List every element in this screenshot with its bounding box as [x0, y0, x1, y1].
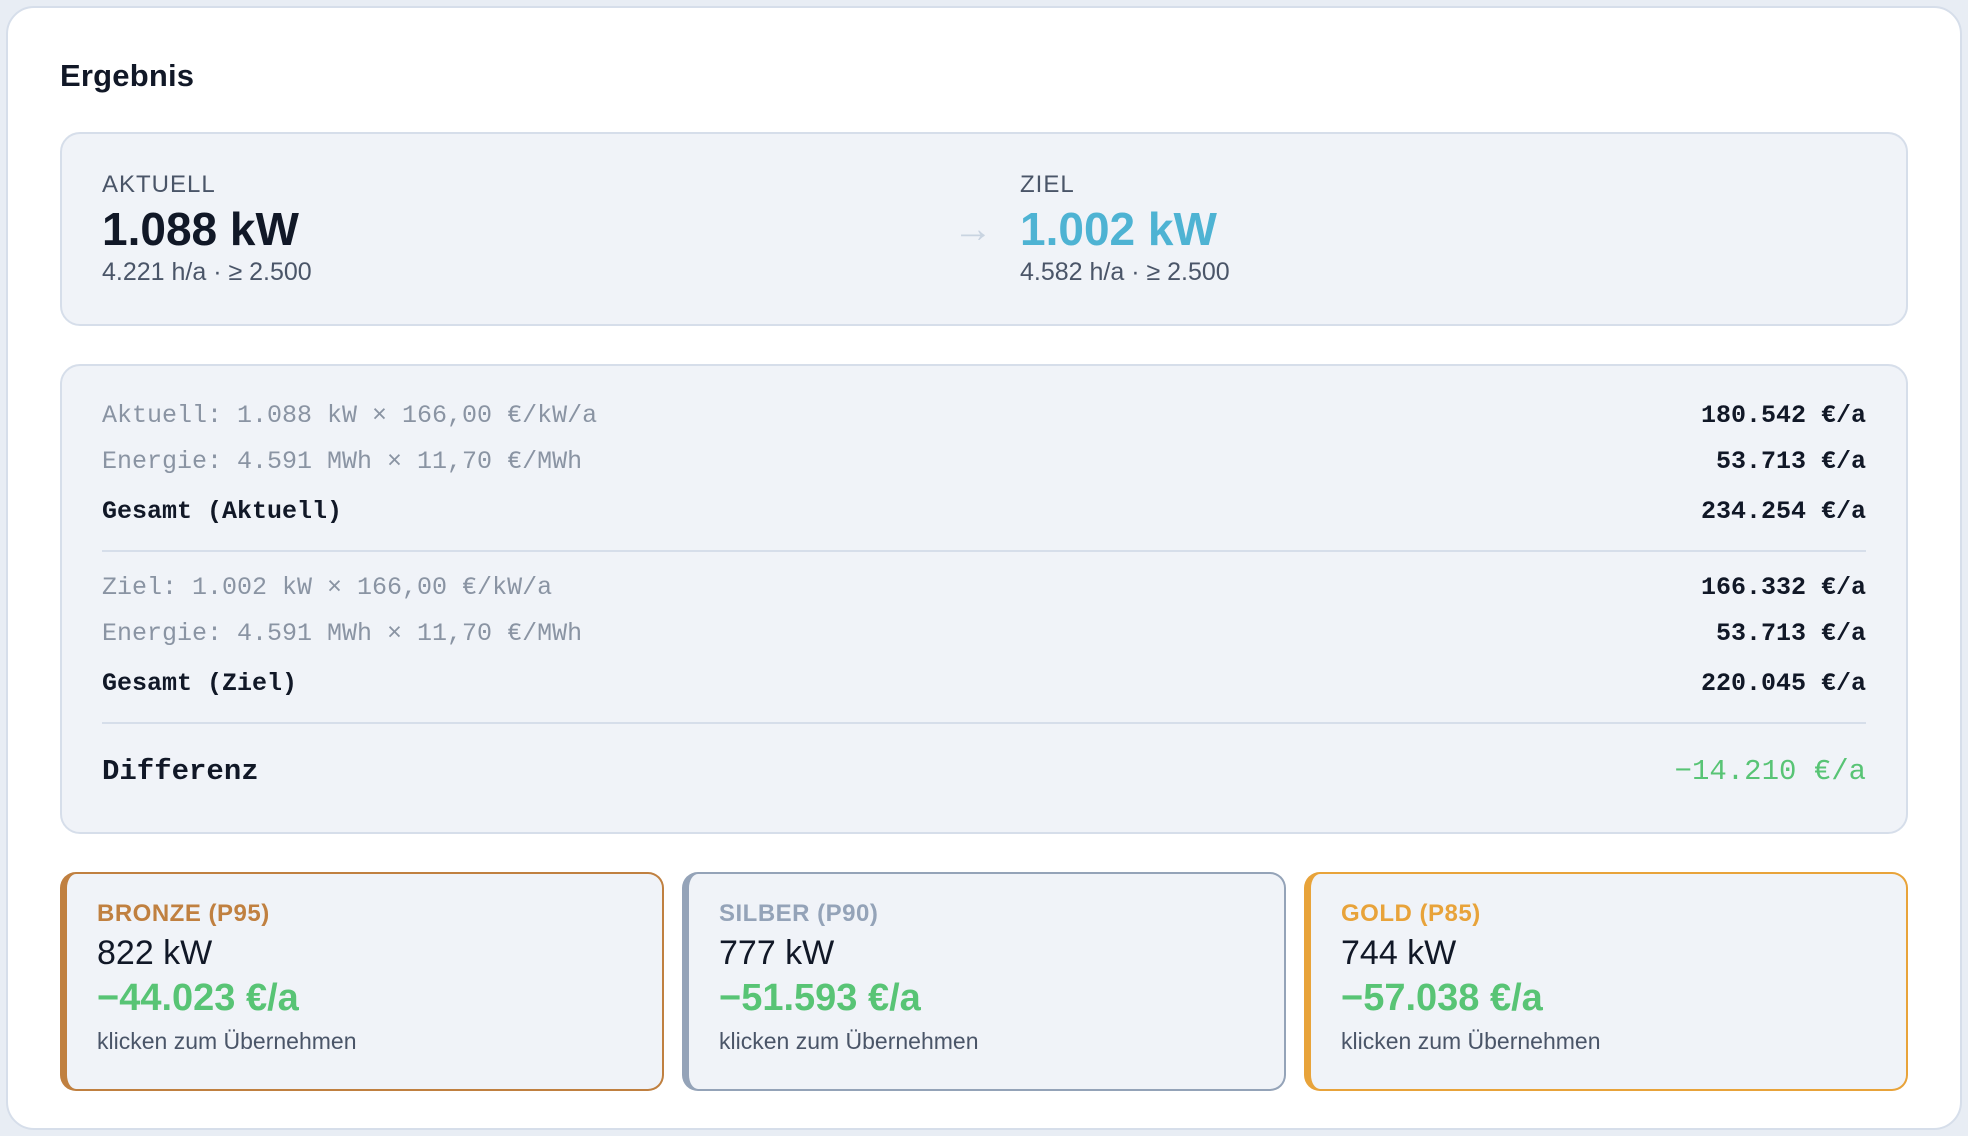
difference-value: −14.210 €/a — [1674, 754, 1866, 788]
current-power-cost: 180.542 €/a — [1700, 400, 1866, 430]
tier-power: 822 kW — [97, 934, 213, 972]
current-label: AKTUELL — [102, 171, 216, 199]
target-energy-row: Energie: 4.591 MWh × 11,70 €/MWh 53.713 … — [102, 610, 1866, 656]
tier-hint: klicken zum Übernehmen — [719, 1028, 979, 1054]
target-value: 1.002 kW — [1020, 203, 1217, 256]
difference-row: Differenz −14.210 €/a — [102, 736, 1866, 806]
current-total-cost: 234.254 €/a — [1700, 496, 1866, 526]
tier-power: 777 kW — [719, 934, 835, 972]
tier-name: SILBER (P90) — [719, 900, 879, 927]
target-subtext: 4.582 h/a · ≥ 2.500 — [1020, 257, 1230, 286]
current-value: 1.088 kW — [102, 203, 299, 256]
target-energy-formula: Energie: 4.591 MWh × 11,70 €/MWh — [102, 618, 583, 648]
current-energy-formula: Energie: 4.591 MWh × 11,70 €/MWh — [102, 446, 583, 476]
target-total-cost: 220.045 €/a — [1700, 668, 1866, 698]
current-subtext: 4.221 h/a · ≥ 2.500 — [102, 257, 312, 286]
difference-label: Differenz — [102, 754, 259, 788]
tier-card-bronze[interactable]: BRONZE (P95) 822 kW −44.023 €/a klicken … — [60, 872, 664, 1091]
result-panel: Ergebnis AKTUELL 1.088 kW 4.221 h/a · ≥ … — [6, 6, 1962, 1130]
tier-savings: −44.023 €/a — [97, 977, 299, 1019]
page-title: Ergebnis — [60, 58, 195, 93]
current-power-formula: Aktuell: 1.088 kW × 166,00 €/kW/a — [102, 400, 598, 430]
cost-calculation-card: Aktuell: 1.088 kW × 166,00 €/kW/a 180.54… — [60, 364, 1908, 834]
current-energy-cost: 53.713 €/a — [1715, 446, 1866, 476]
tier-options: BRONZE (P95) 822 kW −44.023 €/a klicken … — [60, 872, 1908, 1091]
tier-savings: −51.593 €/a — [719, 977, 921, 1019]
summary-card: AKTUELL 1.088 kW 4.221 h/a · ≥ 2.500 → Z… — [60, 132, 1908, 326]
arrow-right-icon: → — [953, 206, 993, 251]
target-total-label: Gesamt (Ziel) — [102, 668, 298, 698]
tier-card-silver[interactable]: SILBER (P90) 777 kW −51.593 €/a klicken … — [682, 872, 1286, 1091]
tier-power: 744 kW — [1341, 934, 1457, 972]
current-total-row: Gesamt (Aktuell) 234.254 €/a — [102, 484, 1866, 538]
target-total-row: Gesamt (Ziel) 220.045 €/a — [102, 656, 1866, 710]
target-summary: ZIEL 1.002 kW 4.582 h/a · ≥ 2.500 — [1020, 171, 1866, 287]
tier-hint: klicken zum Übernehmen — [1341, 1028, 1601, 1054]
current-summary: AKTUELL 1.088 kW 4.221 h/a · ≥ 2.500 — [102, 171, 948, 287]
target-power-formula: Ziel: 1.002 kW × 166,00 €/kW/a — [102, 572, 553, 602]
divider — [102, 722, 1866, 724]
tier-hint: klicken zum Übernehmen — [97, 1028, 357, 1054]
tier-card-gold[interactable]: GOLD (P85) 744 kW −57.038 €/a klicken zu… — [1304, 872, 1908, 1091]
tier-name: GOLD (P85) — [1341, 900, 1481, 927]
tier-savings: −57.038 €/a — [1341, 977, 1543, 1019]
divider — [102, 550, 1866, 552]
current-power-row: Aktuell: 1.088 kW × 166,00 €/kW/a 180.54… — [102, 392, 1866, 438]
current-total-label: Gesamt (Aktuell) — [102, 496, 343, 526]
current-energy-row: Energie: 4.591 MWh × 11,70 €/MWh 53.713 … — [102, 438, 1866, 484]
target-energy-cost: 53.713 €/a — [1715, 618, 1866, 648]
target-power-row: Ziel: 1.002 kW × 166,00 €/kW/a 166.332 €… — [102, 564, 1866, 610]
target-power-cost: 166.332 €/a — [1700, 572, 1866, 602]
target-label: ZIEL — [1020, 171, 1075, 199]
tier-name: BRONZE (P95) — [97, 900, 270, 927]
